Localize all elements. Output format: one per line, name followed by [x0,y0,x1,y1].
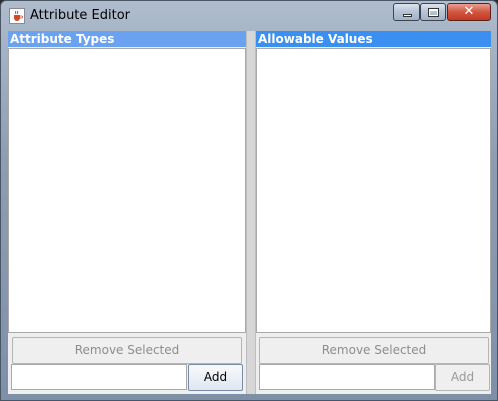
remove-selected-attribute-button[interactable]: Remove Selected [12,337,242,364]
minimize-icon [403,14,412,17]
attribute-types-header: Attribute Types [8,31,246,47]
close-icon: ✕ [463,4,475,19]
maximize-icon [428,8,439,17]
attribute-type-input[interactable] [11,364,187,390]
title-bar[interactable]: Attribute Editor ✕ [1,1,497,31]
allowable-values-list[interactable] [256,48,491,333]
add-attribute-type-button[interactable]: Add [188,364,243,391]
window-title: Attribute Editor [30,8,131,23]
attribute-types-panel: Attribute Types Remove Selected Add [8,31,246,394]
editor-content: Attribute Types Remove Selected Add Allo… [8,31,491,394]
minimize-button[interactable] [393,3,420,21]
allowable-value-input[interactable] [259,364,435,390]
remove-selected-value-button[interactable]: Remove Selected [259,337,489,364]
allowable-values-panel: Allowable Values Remove Selected Add [256,31,491,394]
attribute-types-list[interactable] [8,48,246,333]
java-cup-icon [9,8,25,24]
add-allowable-value-button[interactable]: Add [435,364,490,391]
split-pane-divider[interactable] [246,31,256,394]
close-button[interactable]: ✕ [447,3,491,21]
allowable-values-header: Allowable Values [256,31,491,47]
attribute-editor-window: Attribute Editor ✕ Attribute Types Remov… [0,0,498,401]
maximize-button[interactable] [420,3,446,21]
